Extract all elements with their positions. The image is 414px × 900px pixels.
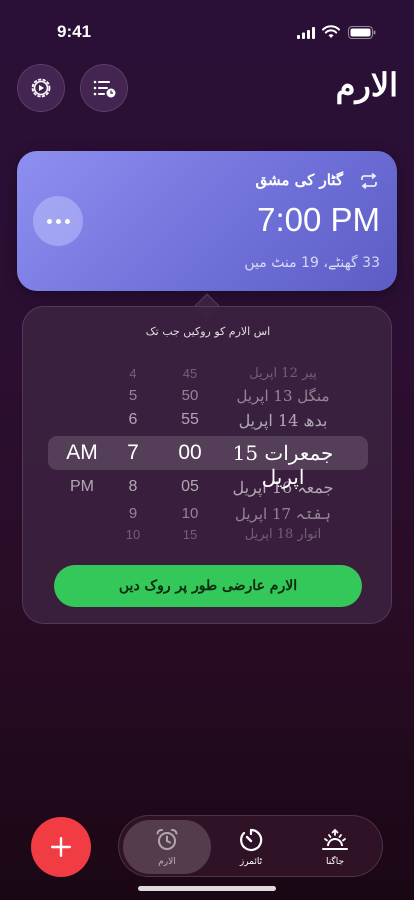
date-value: اتوار 18 اپریل <box>244 527 322 541</box>
picker-row[interactable]: 10 15 اتوار 18 اپریل <box>23 527 393 541</box>
hour-value: 4 <box>129 366 137 381</box>
hour-value: 8 <box>128 478 138 495</box>
popover-title: اس الارم کو روکیں جب تک <box>145 325 271 338</box>
tab-bar: الارم ٹائمرز جاگنا <box>118 815 383 877</box>
picker-row[interactable]: 5 50 منگل 13 اپریل <box>23 387 393 409</box>
gear-play-icon <box>31 78 51 98</box>
date-value: منگل 13 اپریل <box>236 387 330 405</box>
cellular-signal-icon <box>297 27 315 39</box>
home-indicator[interactable] <box>138 886 276 891</box>
minute-value: 10 <box>181 505 199 522</box>
battery-icon <box>348 26 376 39</box>
snooze-confirm-button[interactable]: الارم عارضی طور پر روک دیں <box>54 565 362 607</box>
tab-label: جاگنا <box>325 857 345 867</box>
picker-row[interactable]: 9 10 ہفتہ 17 اپریل <box>23 505 393 527</box>
minute-value: 00 <box>178 441 202 464</box>
tab-alarms[interactable]: الارم <box>123 820 211 874</box>
minute-value: 05 <box>181 478 199 495</box>
picker-row[interactable]: 6 55 بدھ 14 اپریل <box>23 411 393 433</box>
ampm-value: AM <box>66 441 98 464</box>
picker-row-selected[interactable]: AM 7 00 جمعرات 15 اپریل <box>23 441 393 489</box>
timer-icon <box>240 828 263 852</box>
minute-value: 45 <box>182 366 198 381</box>
alarm-name: گٹار کی مشق <box>255 171 344 189</box>
ellipsis-icon <box>46 218 70 224</box>
minute-value: 55 <box>181 411 199 428</box>
hour-value: 9 <box>128 505 138 522</box>
tab-label: الارم <box>158 857 176 867</box>
tab-label: ٹائمرز <box>239 857 263 867</box>
list-clock-icon <box>93 80 116 98</box>
hour-value: 6 <box>128 411 138 428</box>
status-bar: 9:41 <box>0 0 414 54</box>
plus-icon <box>51 837 71 857</box>
minute-value: 50 <box>181 387 199 404</box>
repeat-icon <box>361 173 377 189</box>
date-value: پیر 12 اپریل <box>249 366 317 381</box>
picker-row[interactable]: 4 45 پیر 12 اپریل <box>23 366 393 388</box>
status-time: 9:41 <box>57 22 92 41</box>
hour-value: 5 <box>128 387 138 404</box>
alarm-time-remaining: 33 گھنٹے، 19 منٹ میں <box>244 255 380 271</box>
picker-row[interactable]: PM 8 05 جمعہ 16 اپریل <box>23 478 393 500</box>
alarm-time: 7:00 PM <box>257 201 380 238</box>
hour-value: 10 <box>125 527 141 541</box>
ampm-value: PM <box>70 478 94 495</box>
sunrise-icon <box>322 828 348 850</box>
date-value: ہفتہ 17 اپریل <box>235 505 331 523</box>
date-value: بدھ 14 اپریل <box>238 411 328 430</box>
alarm-card[interactable]: گٹار کی مشق 7:00 PM 33 گھنٹے، 19 منٹ میں <box>17 151 397 291</box>
page-title: الارم <box>335 66 398 104</box>
date-value: جمعہ 16 اپریل <box>232 478 334 497</box>
more-options-button[interactable] <box>33 196 83 246</box>
alarm-clock-icon <box>156 829 178 850</box>
settings-button[interactable] <box>17 64 65 112</box>
minute-value: 15 <box>182 527 198 541</box>
add-alarm-button[interactable] <box>31 817 91 877</box>
snooze-popover: اس الارم کو روکیں جب تک 4 45 پیر 12 اپری… <box>22 306 392 624</box>
tab-timers[interactable]: ٹائمرز <box>207 820 295 874</box>
alarm-list-button[interactable] <box>80 64 128 112</box>
hour-value: 7 <box>127 441 139 464</box>
wifi-icon <box>322 25 340 38</box>
tab-wake-up[interactable]: جاگنا <box>291 820 379 874</box>
